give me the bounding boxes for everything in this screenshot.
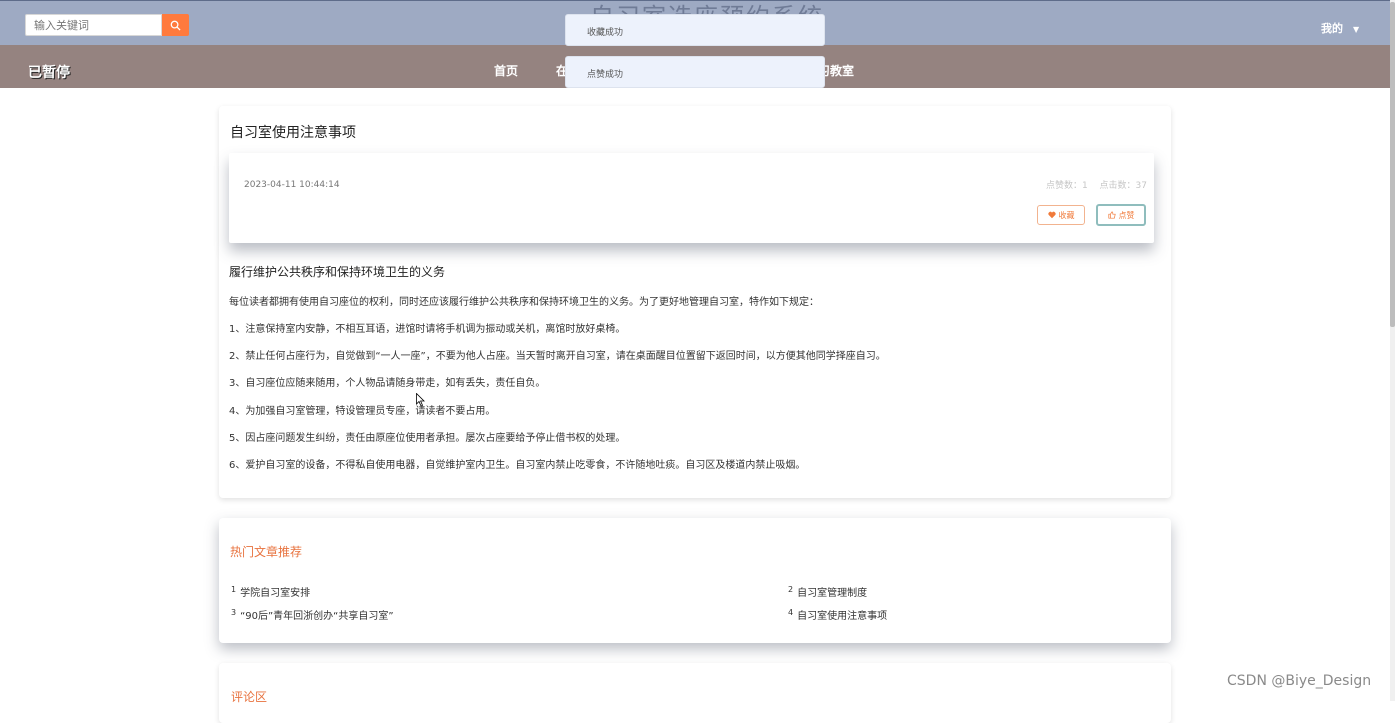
toast-text: 点赞成功	[587, 70, 624, 80]
scrollbar-thumb[interactable]	[1390, 2, 1395, 327]
like-count: 点赞数：1	[1045, 181, 1088, 191]
nav-item-home[interactable]: 首页	[494, 62, 518, 79]
brand-text: 已暂停	[28, 65, 70, 81]
hot-article-label: 自习室使用注意事项	[797, 611, 888, 622]
hot-articles-card: 热门文章推荐 1 学院自习室安排 2 自习室管理制度 3 “90后”青年回浙创办“共享…	[219, 518, 1171, 643]
hot-articles-title: 热门文章推荐	[230, 545, 303, 559]
click-count: 点击数：37	[1099, 181, 1147, 191]
toast-message: 点赞成功	[565, 56, 825, 88]
heart-icon	[1047, 211, 1056, 219]
like-label: 点赞	[1118, 210, 1135, 220]
hot-rank: 2	[788, 584, 794, 594]
user-menu-dropdown[interactable]: 我的 ▼	[1321, 20, 1359, 36]
caret-down-icon: ▼	[1353, 24, 1360, 34]
search-button[interactable]	[162, 14, 189, 36]
thumbs-up-icon	[1107, 211, 1116, 219]
hot-article-label: 自习室管理制度	[797, 588, 868, 599]
article-paragraph: 1、注意保持室内安静，不相互耳语，进馆时请将手机调为振动或关机，离馆时放好桌椅。	[229, 324, 626, 335]
hot-article-link[interactable]: 2 自习室管理制度	[788, 584, 867, 599]
article-paragraph: 每位读者都拥有使用自习座位的权利，同时还应该履行维护公共秩序和保持环境卫生的义务…	[229, 297, 819, 308]
article-subheading: 履行维护公共秩序和保持环境卫生的义务	[229, 265, 446, 279]
hot-rank: 4	[788, 607, 794, 617]
article-paragraph: 4、为加强自习室管理，特设管理员专座，请读者不要占用。	[229, 406, 496, 417]
watermark: CSDN @Biye_Design	[1227, 673, 1372, 689]
article-card: 自习室使用注意事项 2023-04-11 10:44:14 点赞数：1 点击数：…	[219, 106, 1171, 498]
article-stats: 点赞数：1 点击数：37	[1037, 178, 1147, 191]
article-paragraph: 3、自习座位应随来随用，个人物品请随身带走，如有丢失，责任自负。	[229, 378, 546, 389]
like-button[interactable]: 点赞	[1096, 204, 1146, 226]
hot-article-label: “90后”青年回浙创办“共享自习室”	[240, 611, 394, 622]
mouse-cursor-icon	[416, 393, 425, 407]
user-menu-label: 我的	[1321, 22, 1343, 35]
article-date: 2023-04-11 10:44:14	[244, 180, 340, 190]
comments-card: 评论区	[219, 663, 1171, 723]
hot-rank: 3	[231, 607, 237, 617]
hot-article-label: 学院自习室安排	[240, 588, 311, 599]
favorite-label: 收藏	[1058, 210, 1075, 220]
search-icon	[170, 20, 181, 31]
favorite-button[interactable]: 收藏	[1037, 205, 1085, 225]
hot-rank: 1	[231, 584, 237, 594]
hot-article-link[interactable]: 4 自习室使用注意事项	[788, 607, 887, 622]
toast-message: 收藏成功	[565, 14, 825, 46]
article-paragraph: 5、因占座问题发生纠纷，责任由原座位使用者承担。屡次占座要给予停止借书权的处理。	[229, 433, 626, 444]
hot-article-link[interactable]: 3 “90后”青年回浙创办“共享自习室”	[231, 607, 394, 622]
toast-text: 收藏成功	[587, 28, 624, 38]
hot-article-link[interactable]: 1 学院自习室安排	[231, 584, 310, 599]
article-title: 自习室使用注意事项	[230, 125, 356, 141]
article-paragraph: 2、禁止任何占座行为，自觉做到“一人一座”，不要为他人占座。当天暂时离开自习室，…	[229, 351, 886, 362]
article-meta-box: 2023-04-11 10:44:14 点赞数：1 点击数：37 收藏 点赞	[229, 153, 1154, 243]
article-paragraph: 6、爱护自习室的设备，不得私自使用电器，自觉维护室内卫生。自习室内禁止吃零食，不…	[229, 460, 806, 471]
comments-title: 评论区	[231, 690, 268, 704]
page-scrollbar[interactable]	[1390, 0, 1395, 701]
search-input[interactable]	[25, 14, 162, 36]
